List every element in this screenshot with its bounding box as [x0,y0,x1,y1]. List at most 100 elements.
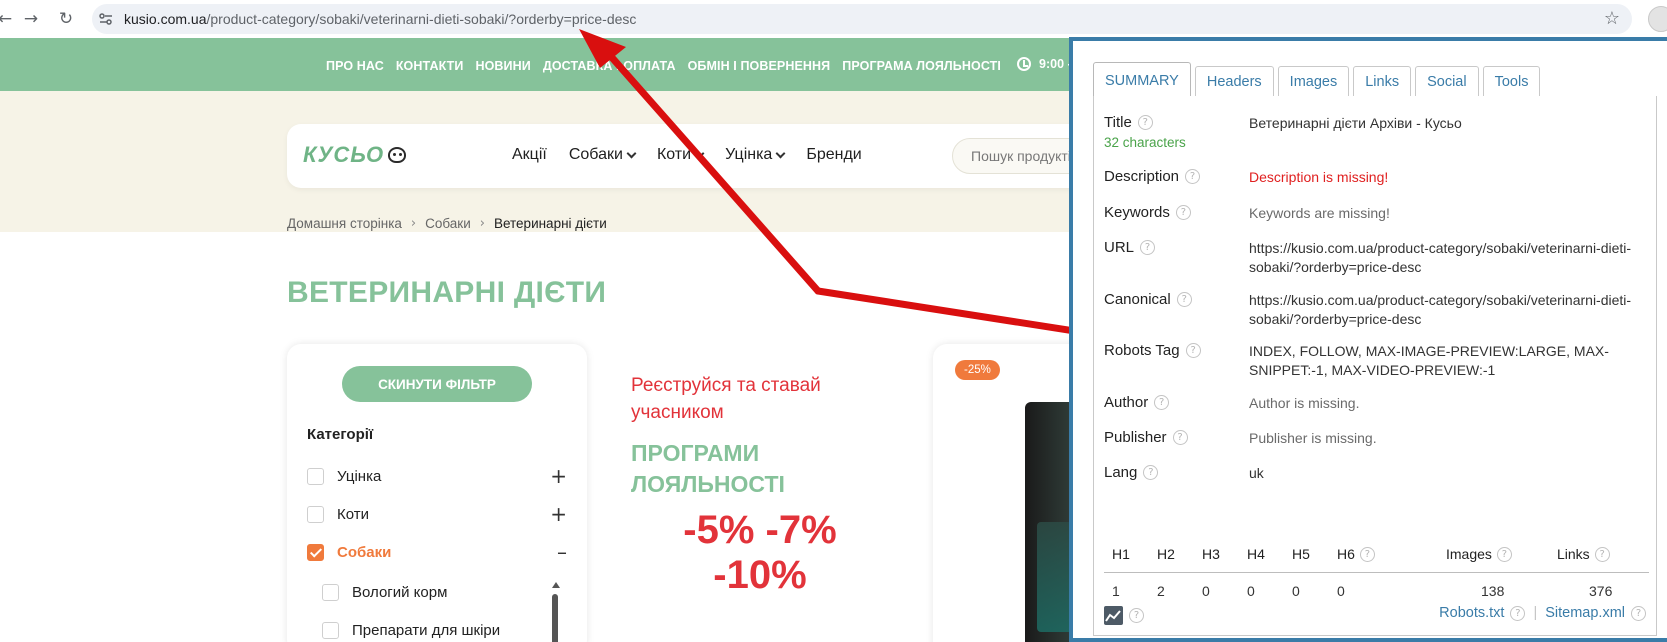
divider: | [1533,605,1538,621]
top-nav: ПРО НАС КОНТАКТИ НОВИНИ ДОСТАВКА І ОПЛАТ… [326,59,1013,73]
robots-tag-label: Robots Tag [1104,342,1180,359]
tab-links[interactable]: Links [1353,66,1412,96]
nav-item-dogs[interactable]: Собаки [569,146,637,164]
site-settings-icon[interactable] [98,11,114,27]
help-icon[interactable]: ? [1631,605,1646,621]
robots-tag-value: INDEX, FOLLOW, MAX-IMAGE-PREVIEW:LARGE, … [1249,343,1609,378]
help-icon[interactable]: ? [1140,240,1156,255]
robots-txt-link[interactable]: Robots.txt [1439,605,1504,621]
promo-register-text: Реєструйся та ставай учасником [631,375,821,423]
help-icon[interactable]: ? [1143,465,1159,480]
value-images: 138 [1481,583,1505,599]
reset-filter-button[interactable]: СКИНУТИ ФІЛЬТР [342,366,532,402]
header-h1: H1 [1112,546,1130,562]
breadcrumb: Домашня сторінка › Собаки › Ветеринарні … [287,216,607,231]
chart-line-icon[interactable] [1104,606,1123,625]
publisher-value: Publisher is missing. [1249,430,1377,446]
promo-discounts: -5% -7% -10% [683,508,837,597]
nav-item-cats[interactable]: Коти [657,146,705,164]
nav-item-label: Бренди [806,146,862,163]
breadcrumb-home[interactable]: Домашня сторінка [287,216,402,231]
expand-plus-icon[interactable]: + [550,464,567,488]
help-icon[interactable]: ? [1175,205,1191,220]
main-nav: Акції Собаки Коти Уцінка Бренди [512,146,884,164]
bookmark-star-icon[interactable]: ☆ [1604,8,1620,29]
title-char-count: 32 characters [1104,135,1186,150]
subcategory-checkbox[interactable] [322,583,339,601]
tab-headers[interactable]: Headers [1194,66,1274,96]
top-nav-contacts[interactable]: КОНТАКТИ [396,59,464,73]
canonical-label: Canonical [1104,291,1171,308]
help-icon[interactable]: ? [1129,608,1144,623]
help-icon[interactable]: ? [1185,169,1201,184]
url-label: URL [1104,239,1135,256]
subcategory-label: Препарати для шкіри [352,621,501,639]
help-icon[interactable]: ? [1154,395,1170,410]
top-nav-returns[interactable]: ОБМІН І ПОВЕРНЕННЯ [688,59,831,73]
profile-avatar[interactable] [1648,6,1667,32]
breadcrumb-dogs[interactable]: Собаки [425,216,471,231]
value-h2: 2 [1157,583,1165,599]
subcategory-checkbox[interactable] [322,621,339,639]
scrollbar-thumb[interactable] [552,594,558,642]
category-checkbox[interactable] [307,505,324,523]
clock-icon [1017,57,1031,71]
url-text: kusio.com.ua/product-category/sobaki/vet… [124,11,636,27]
value-h5: 0 [1292,583,1300,599]
row-label: URL? [1104,239,1156,256]
tab-summary[interactable]: SUMMARY [1093,62,1191,96]
header-links-group: Links? [1557,546,1610,562]
help-icon[interactable]: ? [1137,115,1153,130]
scroll-up-arrow-icon[interactable] [552,582,560,588]
subcategory-row-wet-food[interactable]: Вологий корм [322,580,542,604]
top-nav-about[interactable]: ПРО НАС [326,59,384,73]
help-icon[interactable]: ? [1359,546,1375,562]
header-h2: H2 [1157,546,1175,562]
address-bar[interactable]: kusio.com.ua/product-category/sobaki/vet… [92,4,1632,34]
category-checkbox-checked[interactable] [307,543,324,561]
tab-social[interactable]: Social [1415,66,1479,96]
nav-item-brands[interactable]: Бренди [806,146,861,164]
subcategory-row-skin[interactable]: Препарати для шкіри [322,618,542,642]
author-label: Author [1104,394,1149,411]
nav-item-sales[interactable]: Акції [512,146,547,164]
back-arrow-icon[interactable]: ← [0,8,16,30]
canonical-value: https://kusio.com.ua/product-category/so… [1249,292,1632,327]
header-h6: H6 [1337,546,1355,562]
help-icon[interactable]: ? [1172,430,1188,445]
page-title: ВЕТЕРИНАРНІ ДІЄТИ [287,276,607,309]
collapse-minus-icon[interactable]: – [557,540,567,564]
category-row-dogs[interactable]: Собаки – [307,540,567,564]
top-nav-news[interactable]: НОВИНИ [475,59,530,73]
row-label: Publisher? [1104,429,1188,446]
top-nav-delivery[interactable]: ДОСТАВКА І ОПЛАТА [543,59,676,73]
help-icon[interactable]: ? [1176,292,1192,307]
chevron-right-icon: › [479,216,485,231]
site-logo[interactable]: КУСЬО [303,142,407,168]
value-h3: 0 [1202,583,1210,599]
reload-icon[interactable]: ↻ [55,8,77,30]
description-label: Description [1104,168,1180,185]
seo-tabs: SUMMARY Headers Images Links Social Tool… [1093,62,1544,96]
title-label: Title [1104,114,1132,131]
category-checkbox[interactable] [307,467,324,485]
help-icon[interactable]: ? [1510,605,1526,621]
expand-plus-icon[interactable]: + [550,502,567,526]
tab-tools[interactable]: Tools [1482,66,1541,96]
header-images: Images [1446,546,1492,562]
category-row-discount[interactable]: Уцінка + [307,464,567,488]
help-icon[interactable]: ? [1496,546,1512,562]
nav-item-discount[interactable]: Уцінка [725,146,786,164]
category-row-cats[interactable]: Коти + [307,502,567,526]
category-label: Уцінка [337,467,382,485]
row-label: Lang? [1104,464,1159,481]
tab-images[interactable]: Images [1277,66,1350,96]
description-value: Description is missing! [1249,169,1389,185]
help-icon[interactable]: ? [1185,343,1201,358]
filter-panel: СКИНУТИ ФІЛЬТР Категорії Уцінка + Коти +… [287,344,587,642]
top-nav-loyalty[interactable]: ПРОГРАМА ЛОЯЛЬНОСТІ [842,59,1001,73]
help-icon[interactable]: ? [1594,546,1610,562]
keywords-label: Keywords [1104,204,1170,221]
sitemap-xml-link[interactable]: Sitemap.xml [1545,605,1625,621]
forward-arrow-icon[interactable]: → [20,8,42,30]
